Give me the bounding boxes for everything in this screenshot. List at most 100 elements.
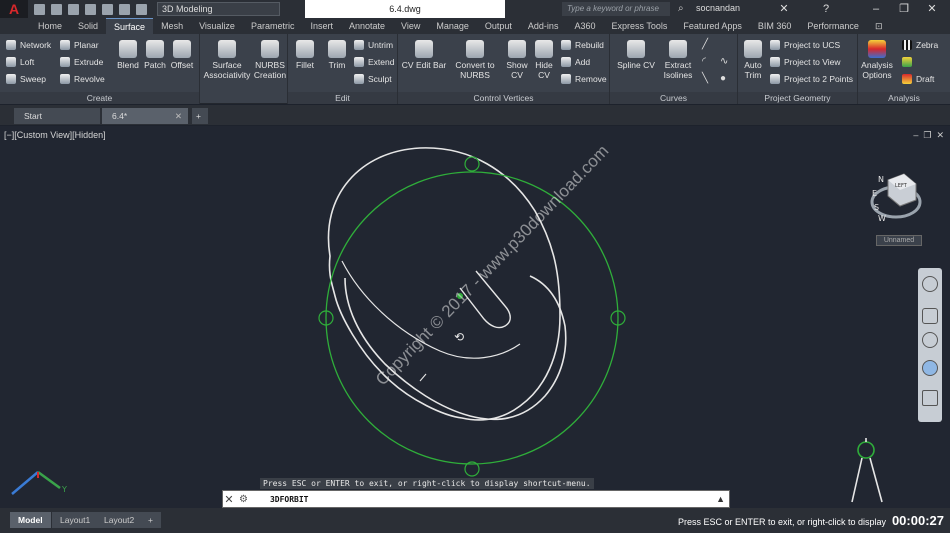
tab-layout1[interactable]: Layout1 [52, 512, 99, 528]
extend-button[interactable]: Extend [354, 56, 394, 68]
extrude-button[interactable]: Extrude [60, 56, 103, 68]
tab-a360[interactable]: A360 [566, 18, 603, 34]
user-account[interactable]: socnandan [696, 3, 740, 13]
auto-trim-button[interactable]: Auto Trim [740, 40, 766, 80]
orbit-icon[interactable] [922, 360, 938, 376]
undo-icon[interactable] [119, 3, 130, 15]
workspace-dropdown[interactable]: 3D Modeling [157, 2, 280, 16]
tab-express-tools[interactable]: Express Tools [603, 18, 675, 34]
line-icon[interactable]: ╱ [702, 39, 708, 50]
arc-icon[interactable]: ◜ [702, 56, 706, 67]
project-to-2-points-button[interactable]: Project to 2 Points [770, 73, 853, 85]
zoom-extents-icon[interactable] [922, 332, 938, 348]
tab-featured-apps[interactable]: Featured Apps [675, 18, 750, 34]
tab-manage[interactable]: Manage [428, 18, 477, 34]
control-vertices-panel-title[interactable]: Control Vertices [398, 92, 609, 104]
close-tab-icon[interactable]: ✕ [175, 108, 182, 124]
tab-bim-360[interactable]: BIM 360 [750, 18, 800, 34]
spline-cv-button[interactable]: Spline CV [616, 40, 656, 70]
close-command-line-icon[interactable]: ✕ [223, 493, 235, 506]
sculpt-button[interactable]: Sculpt [354, 73, 392, 85]
search-input[interactable]: Type a keyword or phrase [562, 2, 670, 16]
circle-icon[interactable]: ● [720, 73, 726, 84]
customize-wrench-icon[interactable]: ⚙ [239, 494, 248, 505]
create-panel-title[interactable]: Create [0, 92, 199, 104]
curves-panel-title[interactable]: Curves [610, 92, 737, 104]
application-menu-icon[interactable]: A [0, 0, 28, 18]
binoculars-icon[interactable]: ⌕ [678, 3, 684, 14]
revolve-button[interactable]: Revolve [60, 73, 105, 85]
minimize-button[interactable]: – [862, 0, 890, 18]
patch-button[interactable]: Patch [142, 40, 168, 70]
tab-mesh[interactable]: Mesh [153, 18, 191, 34]
convert-to-nurbs-button[interactable]: Convert to NURBS [452, 40, 498, 80]
redo-icon[interactable] [136, 3, 147, 15]
fillet-button[interactable]: Fillet [290, 40, 320, 70]
untrim-button[interactable]: Untrim [354, 39, 393, 51]
project-to-ucs-button[interactable]: Project to UCS [770, 39, 840, 51]
tab-add-ins[interactable]: Add-ins [520, 18, 567, 34]
rebuild-button[interactable]: Rebuild [561, 39, 604, 51]
exchange-icon[interactable]: ✕ [770, 0, 798, 18]
tab-parametric[interactable]: Parametric [243, 18, 303, 34]
viewport-controls-label[interactable]: [−][Custom View][Hidden] [4, 130, 106, 140]
model-space-canvas[interactable]: ⟲ Y [0, 126, 950, 508]
extract-isolines-button[interactable]: Extract Isolines [660, 40, 696, 80]
network-button[interactable]: Network [6, 39, 51, 51]
blend-button[interactable]: Blend [115, 40, 141, 70]
save-icon[interactable] [68, 3, 79, 15]
curvature-button[interactable] [902, 56, 916, 68]
tab-model[interactable]: Model [10, 512, 51, 528]
add-layout-button[interactable]: + [140, 512, 161, 528]
new-tab-button[interactable]: + [192, 108, 208, 124]
new-file-icon[interactable] [34, 3, 45, 15]
sweep-button[interactable]: Sweep [6, 73, 46, 85]
tab-layout2[interactable]: Layout2 [96, 512, 143, 528]
file-tab-start[interactable]: Start [14, 108, 100, 124]
command-history-arrow-icon[interactable]: ▲ [716, 494, 725, 504]
show-cv-button[interactable]: Show CV [504, 40, 530, 80]
zebra-button[interactable]: Zebra [902, 39, 938, 51]
pan-icon[interactable] [922, 308, 938, 324]
tab-visualize[interactable]: Visualize [191, 18, 243, 34]
surface-associativity-button[interactable]: Surface Associativity [202, 40, 252, 80]
tab-insert[interactable]: Insert [302, 18, 341, 34]
ucs-dropdown[interactable]: Unnamed [876, 235, 922, 246]
plot-icon[interactable] [102, 3, 113, 15]
viewport-window-controls[interactable]: – ❐ ✕ [913, 130, 944, 141]
planar-button[interactable]: Planar [60, 39, 99, 51]
tab-output[interactable]: Output [477, 18, 520, 34]
project-geometry-panel-title[interactable]: Project Geometry [738, 92, 857, 104]
drawing-area[interactable]: ⟲ Y [−][Custom View][Hidden] – ❐ ✕ LEFT … [0, 126, 950, 508]
spline-fit-icon[interactable]: ∿ [720, 56, 728, 67]
file-tab-active[interactable]: 6.4* ✕ [102, 108, 188, 124]
help-icon[interactable]: ? [812, 0, 840, 18]
steering-wheel-icon[interactable] [922, 276, 938, 292]
tab-home[interactable]: Home [30, 18, 70, 34]
project-to-view-button[interactable]: Project to View [770, 56, 841, 68]
cv-edit-bar-button[interactable]: CV Edit Bar [400, 40, 448, 70]
hide-cv-button[interactable]: Hide CV [531, 40, 557, 80]
tab-surface[interactable]: Surface [106, 18, 154, 34]
analysis-options-button[interactable]: Analysis Options [860, 40, 894, 80]
trim-button[interactable]: Trim [324, 40, 350, 70]
nurbs-creation-button[interactable]: NURBS Creation [252, 40, 288, 80]
command-line[interactable]: ✕ ⚙ 3DFORBIT ▲ [222, 490, 730, 508]
viewcube[interactable]: LEFT N E S W [868, 166, 926, 226]
command-input[interactable]: 3DFORBIT [270, 495, 309, 504]
loft-button[interactable]: Loft [6, 56, 34, 68]
draft-button[interactable]: Draft [902, 73, 934, 85]
offset-button[interactable]: Offset [168, 40, 196, 70]
close-button[interactable]: ✕ [918, 0, 946, 18]
tab-solid[interactable]: Solid [70, 18, 106, 34]
maximize-button[interactable]: ❐ [890, 0, 918, 18]
showmotion-icon[interactable] [922, 390, 938, 406]
tab-view[interactable]: View [393, 18, 428, 34]
add-cv-button[interactable]: Add [561, 56, 590, 68]
tab-performance[interactable]: Performance [799, 18, 867, 34]
save-as-icon[interactable] [85, 3, 96, 15]
analysis-panel-title[interactable]: Analysis [858, 92, 950, 104]
tab-annotate[interactable]: Annotate [341, 18, 393, 34]
polyline-icon[interactable]: ╲ [702, 73, 708, 84]
ribbon-minimize-icon[interactable]: ⊡ [875, 21, 883, 32]
